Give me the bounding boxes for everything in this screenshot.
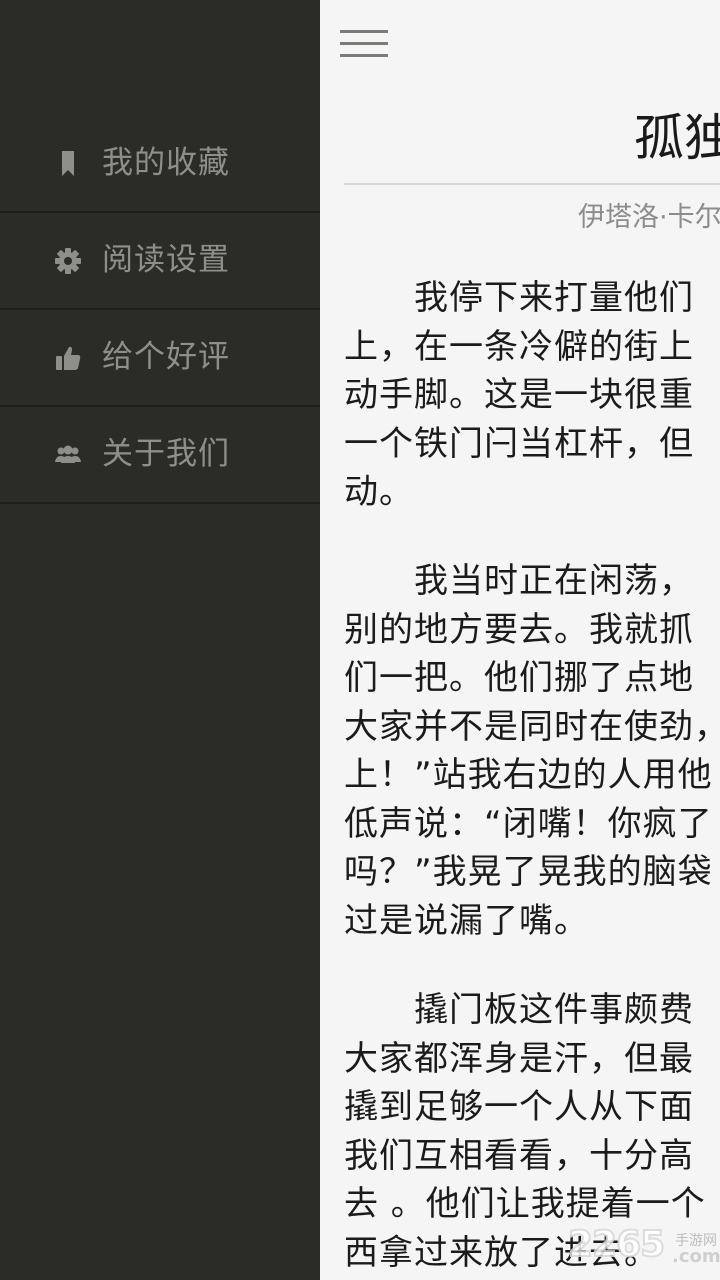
hamburger-menu-icon[interactable] (340, 30, 388, 60)
text-line: 撬门板这件事颇费 (344, 990, 694, 1030)
book-title: 孤独 (634, 109, 720, 167)
text-line: 大家都浑身是汗，但最 (344, 1038, 694, 1079)
text-line: 过是说漏了嘴。 (344, 900, 589, 941)
text-line: 我们互相看看，十分高 (344, 1135, 694, 1176)
drawer-menu: 我的收藏 阅读设置 给个好评 关于我们 (0, 116, 320, 504)
watermark-domain: .com (672, 1246, 720, 1267)
paragraph-1: 我停下来打量他们 上，在一条冷僻的街上 动手脚。这是一块很重 一个铁门闩当杠杆，… (344, 274, 720, 517)
menu-item-reading-settings[interactable]: 阅读设置 (0, 213, 320, 310)
text-line: 我当时正在闲荡， (344, 561, 694, 601)
bookmark-icon (54, 150, 82, 178)
group-icon (54, 441, 82, 469)
menu-item-label: 关于我们 (102, 436, 230, 472)
text-line: 上！”站我右边的人用他 (344, 755, 713, 795)
title-divider (344, 183, 720, 185)
menu-item-label: 我的收藏 (102, 145, 230, 181)
app-screen: 我的收藏 阅读设置 给个好评 关于我们 孤独 伊塔洛·卡尔 我停下来打量他们 上… (0, 0, 720, 1280)
watermark-main: 2265 (567, 1223, 666, 1266)
text-line: 别的地方要去。我就抓 (344, 609, 694, 650)
menu-item-about-us[interactable]: 关于我们 (0, 407, 320, 504)
text-line: 上，在一条冷僻的街上 (344, 326, 694, 367)
text-line: 吗？”我晃了晃我的脑袋 (344, 852, 713, 892)
menu-item-label: 阅读设置 (102, 242, 230, 278)
watermark-logo: 2265 手游网 .com (567, 1222, 720, 1272)
menu-item-favorites[interactable]: 我的收藏 (0, 116, 320, 213)
menu-item-label: 给个好评 (102, 339, 230, 375)
reader-content[interactable]: 孤独 伊塔洛·卡尔 我停下来打量他们 上，在一条冷僻的街上 动手脚。这是一块很重… (320, 0, 720, 1280)
thumbs-up-icon (54, 344, 82, 372)
text-line: 大家并不是同时在使劲， (344, 706, 720, 747)
navigation-drawer: 我的收藏 阅读设置 给个好评 关于我们 (0, 0, 320, 1280)
gear-icon (54, 247, 82, 275)
text-line: 撬到足够一个人从下面 (344, 1087, 694, 1127)
text-line: 一个铁门闩当杠杆，但 (344, 423, 694, 464)
menu-item-rate-app[interactable]: 给个好评 (0, 310, 320, 407)
book-author: 伊塔洛·卡尔 (578, 202, 720, 233)
text-line: 我停下来打量他们 (344, 278, 694, 318)
text-line: 们一把。他们挪了点地 (344, 658, 694, 698)
paragraph-2: 我当时正在闲荡， 别的地方要去。我就抓 们一把。他们挪了点地 大家并不是同时在使… (344, 557, 720, 945)
text-line: 动手脚。这是一块很重 (344, 375, 694, 415)
text-line: 低声说：“闭嘴！你疯了 (344, 803, 713, 844)
text-line: 动。 (344, 472, 414, 512)
